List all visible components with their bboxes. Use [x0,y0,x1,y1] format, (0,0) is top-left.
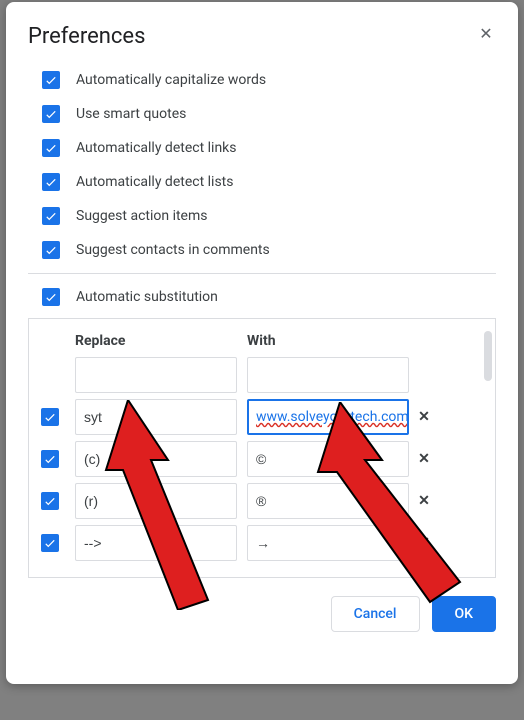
dialog-footer: Cancel OK [28,596,496,632]
with-header: With [247,333,409,349]
checkbox-icon[interactable] [42,173,60,191]
checkbox-icon[interactable] [42,288,60,306]
pref-label: Use smart quotes [76,106,186,122]
checkbox-icon[interactable] [42,207,60,225]
checkbox-icon[interactable] [41,492,59,510]
cancel-button[interactable]: Cancel [331,596,420,632]
close-icon[interactable]: ✕ [476,24,496,44]
delete-row-icon[interactable]: ✕ [409,535,439,551]
checkbox-icon[interactable] [41,408,59,426]
replace-input[interactable] [75,483,237,519]
pref-label: Automatically detect links [76,140,237,156]
pref-auto-substitution[interactable]: Automatic substitution [28,288,496,306]
table-row: ✕ [41,525,489,561]
pref-label: Suggest contacts in comments [76,242,270,258]
pref-suggest-contacts[interactable]: Suggest contacts in comments [42,241,496,259]
pref-label: Automatic substitution [76,289,218,305]
dialog-header: Preferences ✕ [28,24,496,49]
checkbox-icon[interactable] [42,71,60,89]
replace-input[interactable] [75,357,237,393]
with-input[interactable] [247,483,409,519]
delete-row-icon[interactable]: ✕ [409,409,439,425]
replace-header: Replace [75,333,237,349]
pref-detect-lists[interactable]: Automatically detect lists [42,173,496,191]
pref-suggest-actions[interactable]: Suggest action items [42,207,496,225]
pref-smart-quotes[interactable]: Use smart quotes [42,105,496,123]
substitution-table: Replace With www.solveyourtech.com ✕ ✕ [28,318,496,578]
checkbox-icon[interactable] [41,450,59,468]
table-header-row: Replace With [41,333,489,349]
pref-auto-capitalize[interactable]: Automatically capitalize words [42,71,496,89]
table-row: www.solveyourtech.com ✕ [41,399,489,435]
delete-row-icon[interactable]: ✕ [409,493,439,509]
with-input[interactable] [247,357,409,393]
checkbox-icon[interactable] [41,534,59,552]
scrollbar-icon[interactable] [484,331,492,381]
checkbox-icon[interactable] [42,105,60,123]
divider [28,273,496,274]
table-row: ✕ [41,441,489,477]
with-input[interactable] [247,525,409,561]
preferences-dialog: Preferences ✕ Automatically capitalize w… [6,2,518,684]
replace-input[interactable] [75,441,237,477]
checkbox-icon[interactable] [42,139,60,157]
with-input[interactable]: www.solveyourtech.com [247,399,409,435]
pref-label: Suggest action items [76,208,207,224]
ok-button[interactable]: OK [432,596,497,632]
pref-detect-links[interactable]: Automatically detect links [42,139,496,157]
table-row: ✕ [41,483,489,519]
pref-label: Automatically detect lists [76,174,233,190]
pref-label: Automatically capitalize words [76,72,266,88]
dialog-title: Preferences [28,24,145,49]
replace-input[interactable] [75,399,237,435]
replace-input[interactable] [75,525,237,561]
table-row [41,357,489,393]
delete-row-icon[interactable]: ✕ [409,451,439,467]
preferences-list: Automatically capitalize words Use smart… [28,71,496,269]
checkbox-icon[interactable] [42,241,60,259]
with-input[interactable] [247,441,409,477]
